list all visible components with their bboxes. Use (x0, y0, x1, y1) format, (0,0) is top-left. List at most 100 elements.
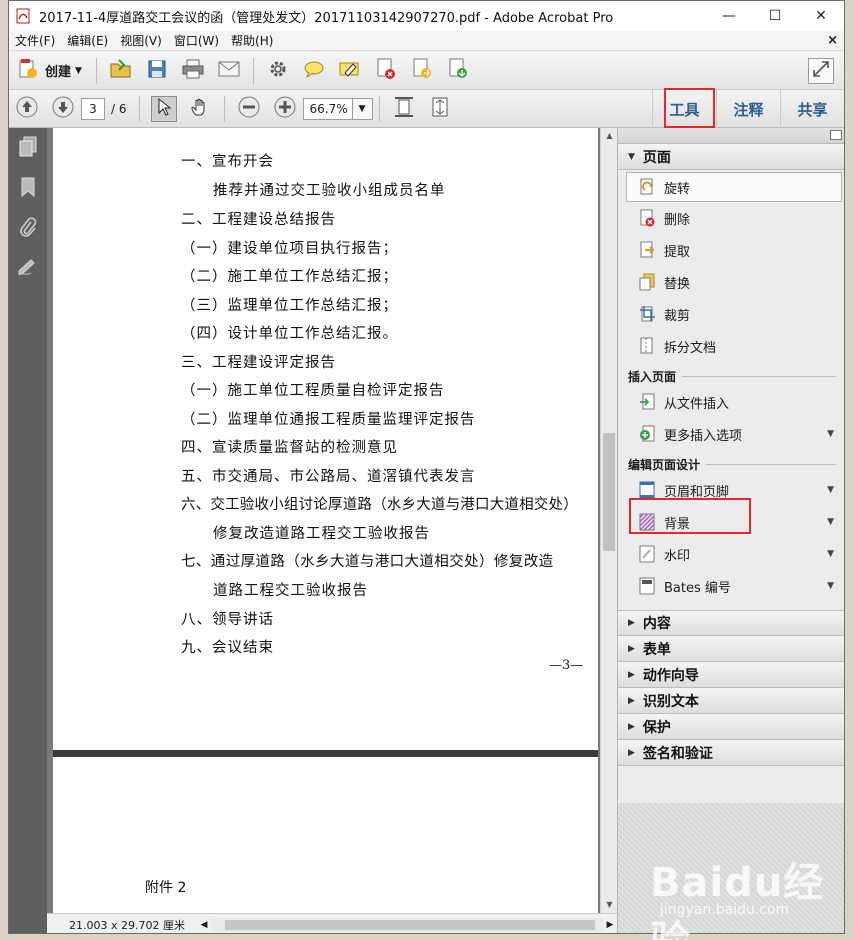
zoom-dropdown-button[interactable]: ▼ (352, 97, 373, 120)
expand-icon (812, 60, 830, 81)
section-sign-certify-header[interactable]: ▶ 签名和验证 (618, 740, 844, 766)
insert-file-icon (638, 393, 656, 411)
next-page-button[interactable] (50, 96, 76, 122)
left-navigation-pane (9, 128, 47, 933)
fit-page-icon (394, 96, 414, 121)
section-protection-header[interactable]: ▶ 保护 (618, 714, 844, 740)
highlight-pen-icon (339, 59, 361, 82)
replace-tool[interactable]: 替换 (618, 266, 844, 298)
main-toolbar: 创建 ▼ (9, 52, 844, 90)
doc-line: 修复改造道路工程交工验收报告 (213, 526, 430, 542)
horizontal-scrollbar[interactable] (211, 917, 603, 932)
fit-width-button[interactable] (427, 96, 453, 122)
fit-page-button[interactable] (391, 96, 417, 122)
attachments-button[interactable] (9, 208, 47, 248)
close-document-button[interactable]: × (827, 33, 838, 48)
vertical-scrollbar[interactable]: ▲ ▼ (600, 128, 617, 913)
header-footer-icon (638, 481, 656, 499)
header-footer-highlight (629, 498, 751, 534)
doc-line: 七、通过厚道路（水乡大道与港口大道相交处）修复改造 (181, 554, 554, 570)
comment-button[interactable] (301, 58, 327, 84)
paperclip-icon (19, 216, 37, 241)
section-recognize-text-header[interactable]: ▶ 识别文本 (618, 688, 844, 714)
zoom-out-button[interactable] (236, 96, 262, 122)
share-doc-button[interactable] (409, 58, 435, 84)
doc-line: 二、工程建设总结报告 (181, 212, 336, 228)
open-folder-icon (109, 58, 133, 83)
section-title: 签名和验证 (642, 745, 713, 762)
save-button[interactable] (144, 58, 170, 84)
tab-share[interactable]: 共享 (780, 90, 844, 128)
fullscreen-button[interactable] (808, 57, 834, 84)
email-button[interactable] (216, 58, 242, 84)
subheader-label: 编辑页面设计 (628, 457, 701, 472)
arrow-down-icon (52, 96, 74, 121)
select-tool-button[interactable] (150, 95, 177, 122)
scroll-up-arrow-icon[interactable]: ▲ (601, 128, 617, 144)
crop-tool[interactable]: 裁剪 (618, 298, 844, 330)
previous-page-button[interactable] (14, 96, 40, 122)
extract-tool[interactable]: 提取 (618, 234, 844, 266)
crop-label: 裁剪 (664, 308, 691, 324)
menu-edit[interactable]: 编辑(E) (61, 32, 114, 49)
chevron-down-icon[interactable]: ▼ (827, 517, 834, 527)
delete-label: 删除 (664, 212, 691, 228)
settings-button[interactable] (265, 58, 291, 84)
split-document-tool[interactable]: 拆分文档 (618, 330, 844, 362)
doc-line: （三）监理单位工作总结汇报； (181, 298, 398, 314)
export-button[interactable] (445, 58, 471, 84)
scrollbar-thumb[interactable] (225, 919, 595, 930)
print-button[interactable] (180, 58, 206, 84)
triangle-right-icon: ▶ (628, 747, 635, 758)
panel-options-icon[interactable] (830, 130, 842, 140)
insert-from-file-tool[interactable]: 从文件插入 (618, 386, 844, 418)
baidu-watermark: Baidu经验 (650, 860, 825, 940)
page-number-input[interactable]: 3 (81, 97, 105, 120)
maximize-button[interactable]: ☐ (752, 1, 798, 31)
section-title: 页面 (642, 149, 671, 166)
section-forms-header[interactable]: ▶ 表单 (618, 636, 844, 662)
chevron-down-icon[interactable]: ▼ (827, 429, 834, 439)
document-view[interactable]: 一、宣布开会 推荐并通过交工验收小组成员名单 二、工程建设总结报告 （一）建设单… (47, 128, 617, 913)
minimize-button[interactable]: — (706, 1, 752, 31)
fit-width-icon (430, 96, 450, 121)
header-footer-label: 页眉和页脚 (664, 484, 730, 500)
doc-line: （一）施工单位工程质量自检评定报告 (181, 383, 445, 399)
insert-from-file-label: 从文件插入 (664, 396, 730, 412)
menu-window[interactable]: 窗口(W) (168, 32, 225, 49)
highlight-button[interactable] (337, 58, 363, 84)
hand-tool-button[interactable] (187, 96, 213, 122)
rotate-tool[interactable]: 旋转 (626, 172, 842, 202)
chevron-down-icon[interactable]: ▼ (827, 549, 834, 559)
tab-comment[interactable]: 注释 (716, 90, 780, 128)
create-button[interactable]: 创建 ▼ (17, 58, 82, 84)
scroll-down-arrow-icon[interactable]: ▼ (601, 897, 617, 913)
section-action-wizard-header[interactable]: ▶ 动作向导 (618, 662, 844, 688)
bookmarks-button[interactable] (9, 168, 47, 208)
delete-tool[interactable]: 删除 (618, 202, 844, 234)
scrollbar-thumb[interactable] (603, 433, 615, 551)
open-button[interactable] (108, 58, 134, 84)
chevron-down-icon[interactable]: ▼ (827, 485, 834, 495)
scroll-left-arrow-icon[interactable]: ◀ (197, 920, 211, 930)
close-button[interactable]: ✕ (798, 1, 844, 31)
chevron-down-icon[interactable]: ▼ (827, 581, 834, 591)
section-pages-header[interactable]: ▼ 页面 (618, 144, 844, 170)
bates-numbering-tool[interactable]: Bates 编号 ▼ (618, 570, 844, 602)
zoom-input[interactable]: 66.7% (302, 97, 353, 120)
menu-view[interactable]: 视图(V) (114, 32, 168, 49)
tools-tab-highlight (664, 88, 715, 128)
menu-help[interactable]: 帮助(H) (225, 32, 279, 49)
zoom-in-button[interactable] (272, 96, 298, 122)
sign-button[interactable] (373, 58, 399, 84)
scroll-right-arrow-icon[interactable]: ▶ (603, 920, 617, 930)
signatures-button[interactable] (9, 248, 47, 288)
toolbar-divider (223, 95, 225, 122)
create-icon (17, 58, 39, 84)
page-thumbnails-button[interactable] (9, 128, 47, 168)
watermark-tool[interactable]: 水印 ▼ (618, 538, 844, 570)
section-content-header[interactable]: ▶ 内容 (618, 610, 844, 636)
triangle-right-icon: ▶ (628, 618, 635, 628)
menu-file[interactable]: 文件(F) (9, 32, 61, 49)
more-insert-options-tool[interactable]: 更多插入选项 ▼ (618, 418, 844, 450)
